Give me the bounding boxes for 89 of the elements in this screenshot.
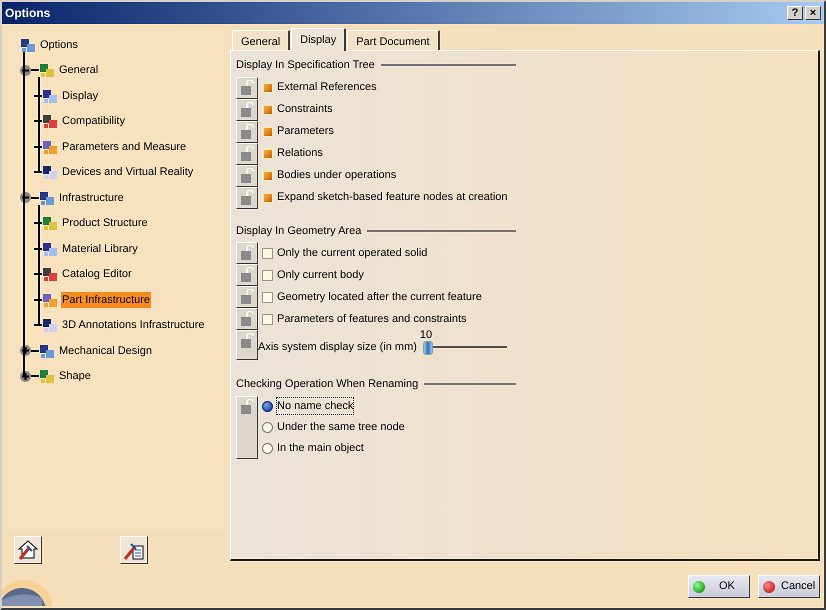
blocks-icon bbox=[42, 88, 58, 104]
lock-icon bbox=[240, 80, 254, 96]
blocks-icon bbox=[39, 190, 55, 206]
lock-button[interactable] bbox=[236, 76, 258, 98]
close-button[interactable]: × bbox=[805, 6, 821, 20]
option-label: Constraints bbox=[277, 102, 333, 118]
tree-item[interactable]: Product Structure bbox=[61, 215, 149, 232]
lock-button[interactable] bbox=[236, 330, 258, 360]
lock-icon bbox=[240, 190, 254, 206]
blocks-icon bbox=[42, 317, 58, 334]
ok-button[interactable]: OK bbox=[688, 575, 750, 598]
tree-item[interactable]: Display bbox=[61, 88, 100, 104]
lock-icon bbox=[240, 398, 254, 414]
section-title: Display In Specification Tree bbox=[236, 58, 375, 73]
lock-icon bbox=[240, 333, 254, 349]
tree-item[interactable]: Shape bbox=[58, 368, 92, 384]
radio-button[interactable] bbox=[262, 422, 273, 432]
lock-button[interactable] bbox=[236, 142, 258, 164]
lock-icon bbox=[240, 124, 254, 140]
blocks-icon bbox=[39, 368, 55, 384]
blocks-icon bbox=[42, 266, 58, 282]
tool-button[interactable] bbox=[14, 536, 42, 564]
blocks-icon bbox=[20, 36, 36, 53]
lock-button[interactable] bbox=[236, 242, 258, 264]
option-label: Parameters bbox=[277, 124, 334, 140]
tab[interactable]: Display bbox=[291, 28, 346, 51]
section-title: Checking Operation When Renaming bbox=[236, 377, 418, 392]
lock-icon bbox=[240, 245, 254, 261]
checkbox[interactable] bbox=[262, 314, 273, 324]
option-label: Expand sketch-based feature nodes at creation bbox=[277, 190, 508, 206]
tree-item[interactable]: Options bbox=[39, 36, 79, 53]
lock-button[interactable] bbox=[236, 396, 258, 458]
lock-icon bbox=[240, 146, 254, 162]
tree-item[interactable]: Devices and Virtual Reality bbox=[61, 164, 194, 180]
blocks-icon bbox=[39, 62, 55, 78]
tree-item[interactable]: Mechanical Design bbox=[58, 342, 153, 359]
lock-button[interactable] bbox=[236, 120, 258, 142]
blocks-icon bbox=[42, 215, 58, 232]
blocks-icon bbox=[42, 138, 58, 155]
blocks-icon bbox=[42, 113, 58, 130]
option-label: Only the current operated solid bbox=[277, 246, 428, 261]
tree-item[interactable]: Compatibility bbox=[61, 113, 126, 130]
lock-icon bbox=[240, 102, 254, 118]
checkbox[interactable] bbox=[262, 270, 273, 280]
option-label: No name check bbox=[277, 398, 354, 414]
tree-item[interactable]: Material Library bbox=[61, 240, 139, 257]
lock-icon bbox=[240, 311, 254, 327]
option-label: External References bbox=[277, 80, 377, 96]
home-icon bbox=[16, 538, 40, 562]
section-title: Display In Geometry Area bbox=[236, 224, 362, 238]
blocks-icon bbox=[42, 240, 58, 257]
help-button[interactable]: ? bbox=[787, 6, 803, 20]
option-label: In the main object bbox=[277, 440, 364, 456]
option-label: Bodies under operations bbox=[277, 168, 396, 184]
tree-item[interactable]: General bbox=[58, 62, 100, 78]
tree-item[interactable]: 3D Annotations Infrastructure bbox=[61, 317, 206, 334]
lock-icon bbox=[240, 267, 254, 283]
lock-icon bbox=[240, 289, 254, 305]
window-title: Options bbox=[5, 5, 52, 22]
radio-button[interactable] bbox=[262, 400, 273, 412]
option-label: Relations bbox=[277, 146, 323, 162]
cancel-button[interactable]: Cancel bbox=[758, 575, 820, 598]
lock-icon bbox=[240, 168, 254, 184]
slider-value: 10 bbox=[420, 330, 434, 341]
lock-button[interactable] bbox=[236, 98, 258, 120]
lock-button[interactable] bbox=[236, 186, 258, 208]
option-label: Parameters of features and constraints bbox=[277, 312, 467, 327]
blocks-icon bbox=[42, 292, 58, 308]
tree-item[interactable]: Part Infrastructure bbox=[61, 292, 152, 308]
lock-button[interactable] bbox=[236, 308, 258, 330]
tree-item[interactable]: Catalog Editor bbox=[61, 266, 133, 282]
tree-item[interactable]: Parameters and Measure bbox=[61, 138, 188, 155]
lock-button[interactable] bbox=[236, 286, 258, 308]
option-label: Only current body bbox=[277, 268, 364, 283]
option-label: Geometry located after the current feature bbox=[277, 290, 482, 305]
tool-button[interactable] bbox=[120, 536, 148, 564]
tab[interactable]: General bbox=[232, 30, 290, 50]
tree-item[interactable]: Infrastructure bbox=[58, 190, 125, 206]
option-label: Under the same tree node bbox=[277, 420, 405, 435]
option-label: Axis system display size (in mm) bbox=[258, 340, 417, 355]
lock-button[interactable] bbox=[236, 164, 258, 186]
checkbox[interactable] bbox=[262, 248, 273, 258]
tab[interactable]: Part Document bbox=[347, 30, 440, 50]
checkbox[interactable] bbox=[262, 292, 273, 302]
blocks-icon bbox=[42, 164, 58, 180]
radio-button[interactable] bbox=[262, 442, 273, 454]
blocks-icon bbox=[39, 342, 55, 359]
slider[interactable] bbox=[422, 341, 507, 355]
lock-button[interactable] bbox=[236, 264, 258, 286]
